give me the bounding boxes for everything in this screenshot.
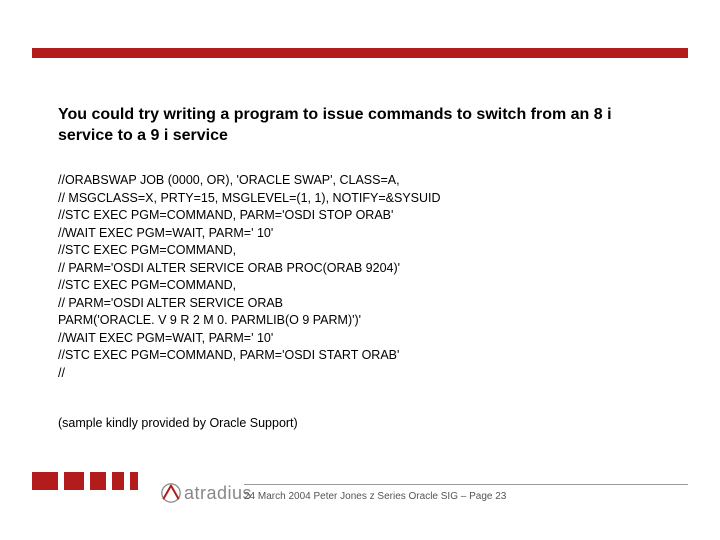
footer-text: 24 March 2004 Peter Jones z Series Oracl… — [244, 491, 688, 502]
logo-text: atradius — [184, 483, 252, 504]
stripe — [32, 472, 58, 490]
footer-divider — [244, 484, 688, 485]
stripe — [112, 472, 124, 490]
stripe — [64, 472, 84, 490]
logo-mark-icon — [160, 482, 182, 504]
top-red-bar — [32, 48, 688, 58]
jcl-code-block: //ORABSWAP JOB (0000, OR), 'ORACLE SWAP'… — [58, 172, 662, 382]
slide-heading: You could try writing a program to issue… — [58, 105, 662, 147]
stripe — [90, 472, 106, 490]
atradius-logo: atradius — [160, 482, 252, 504]
stripe — [130, 472, 138, 490]
footer-stripe-decoration — [32, 472, 152, 490]
credit-text: (sample kindly provided by Oracle Suppor… — [58, 416, 298, 430]
slide: You could try writing a program to issue… — [0, 0, 720, 540]
